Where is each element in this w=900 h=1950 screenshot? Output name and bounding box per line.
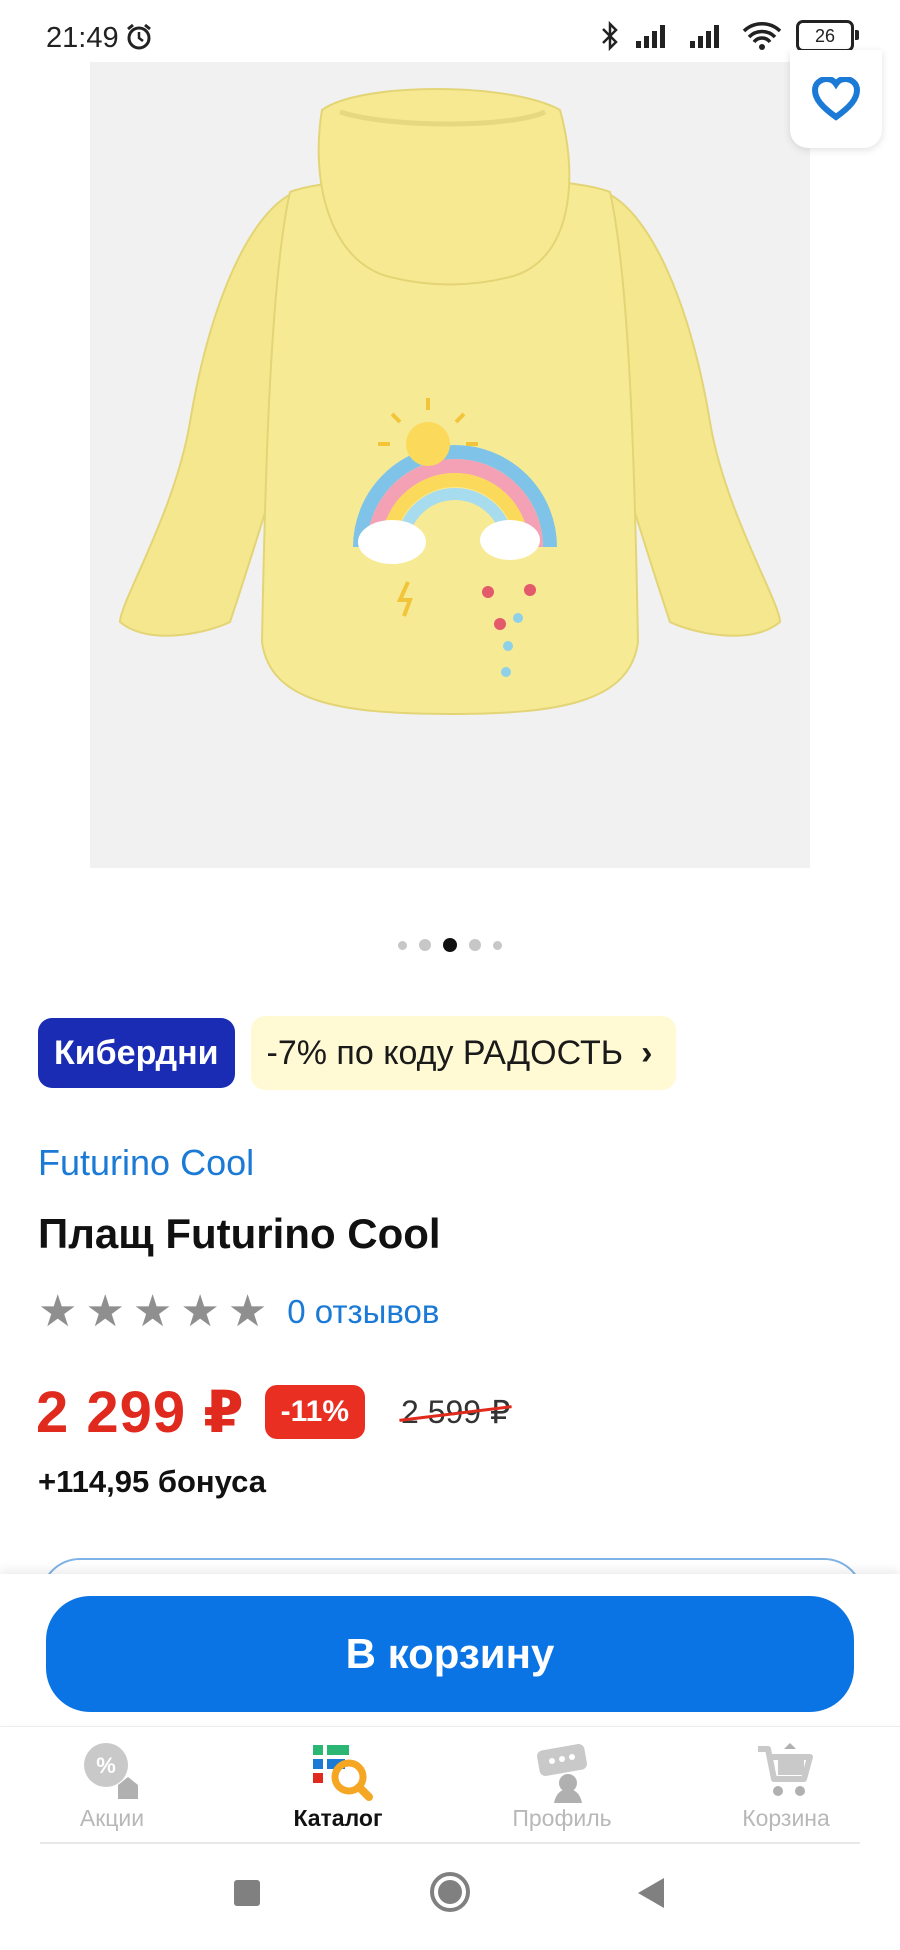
profile-icon bbox=[537, 1743, 587, 1803]
battery-level: 26 bbox=[814, 25, 836, 46]
favorite-button[interactable] bbox=[790, 50, 882, 148]
nav-label: Каталог bbox=[293, 1805, 383, 1831]
nav-item-profile[interactable]: Профиль bbox=[472, 1739, 652, 1832]
pager-dot[interactable] bbox=[398, 940, 407, 950]
star-icon: ★ bbox=[227, 1287, 268, 1336]
promo-icon: % bbox=[84, 1743, 138, 1799]
pager-dot[interactable] bbox=[419, 939, 431, 951]
pager-dot-active[interactable] bbox=[443, 938, 457, 952]
star-icon: ★ bbox=[180, 1287, 220, 1336]
catalog-icon bbox=[313, 1745, 373, 1801]
reviews-link[interactable]: 0 отзывов bbox=[287, 1293, 439, 1331]
star-icon: ★ bbox=[132, 1287, 173, 1336]
status-icons: 26 bbox=[600, 20, 859, 52]
status-time: 21:49 bbox=[46, 22, 119, 54]
cta-area: В корзину bbox=[0, 1574, 900, 1724]
nav-label: Профиль bbox=[512, 1805, 612, 1831]
product-image[interactable] bbox=[90, 62, 810, 868]
chevron-right-icon: › bbox=[641, 1033, 653, 1072]
nav-label: Акции bbox=[79, 1805, 145, 1831]
price-row: 2 299 ₽ -11% 2 599 ₽ bbox=[36, 1378, 510, 1446]
battery-icon: 26 bbox=[796, 20, 859, 52]
rating-row: ★ ★ ★ ★ ★ 0 отзывов bbox=[38, 1290, 439, 1334]
old-price: 2 599 ₽ bbox=[401, 1394, 511, 1430]
system-nav-bar bbox=[0, 1850, 900, 1950]
bottom-nav: % Акции Каталог Профиль Корзина bbox=[0, 1726, 900, 1843]
promo-code-label: -7% по коду РАДОСТЬ bbox=[266, 1033, 624, 1072]
pager-dot[interactable] bbox=[493, 940, 502, 950]
promo-code-chip[interactable]: -7% по коду РАДОСТЬ › bbox=[250, 1016, 677, 1090]
recents-icon[interactable] bbox=[232, 1878, 262, 1908]
wifi-icon bbox=[742, 22, 782, 50]
image-pager[interactable] bbox=[0, 938, 900, 952]
back-icon[interactable] bbox=[636, 1876, 666, 1910]
signal-icon bbox=[690, 25, 719, 48]
pager-dot[interactable] bbox=[469, 939, 481, 951]
nav-item-catalog[interactable]: Каталог bbox=[248, 1739, 428, 1832]
product-title: Плащ Futurino Cool bbox=[38, 1210, 441, 1257]
heart-icon bbox=[812, 77, 860, 121]
nav-item-cart[interactable]: Корзина bbox=[696, 1739, 876, 1832]
bonus-points: +114,95 бонуса bbox=[38, 1464, 266, 1499]
alarm-icon bbox=[127, 23, 151, 50]
svg-text:%: % bbox=[96, 1753, 116, 1778]
brand-link[interactable]: Futurino Cool bbox=[38, 1142, 254, 1184]
nav-divider bbox=[40, 1842, 860, 1844]
cart-icon bbox=[758, 1743, 813, 1796]
nav-item-promo[interactable]: % Акции bbox=[22, 1739, 202, 1832]
add-to-cart-button[interactable]: В корзину bbox=[46, 1596, 854, 1712]
current-price: 2 299 ₽ bbox=[36, 1380, 245, 1445]
bluetooth-icon bbox=[602, 21, 618, 51]
home-icon[interactable] bbox=[428, 1870, 472, 1914]
jacket-illustration bbox=[118, 88, 782, 716]
nav-label: Корзина bbox=[742, 1805, 830, 1831]
star-icon: ★ bbox=[85, 1287, 125, 1336]
star-icon: ★ bbox=[38, 1287, 78, 1336]
promo-row: Кибердни -7% по коду РАДОСТЬ › bbox=[38, 1016, 677, 1090]
discount-badge: -11% bbox=[264, 1385, 366, 1439]
signal-icon bbox=[636, 25, 665, 48]
cyber-days-badge[interactable]: Кибердни bbox=[38, 1018, 235, 1088]
